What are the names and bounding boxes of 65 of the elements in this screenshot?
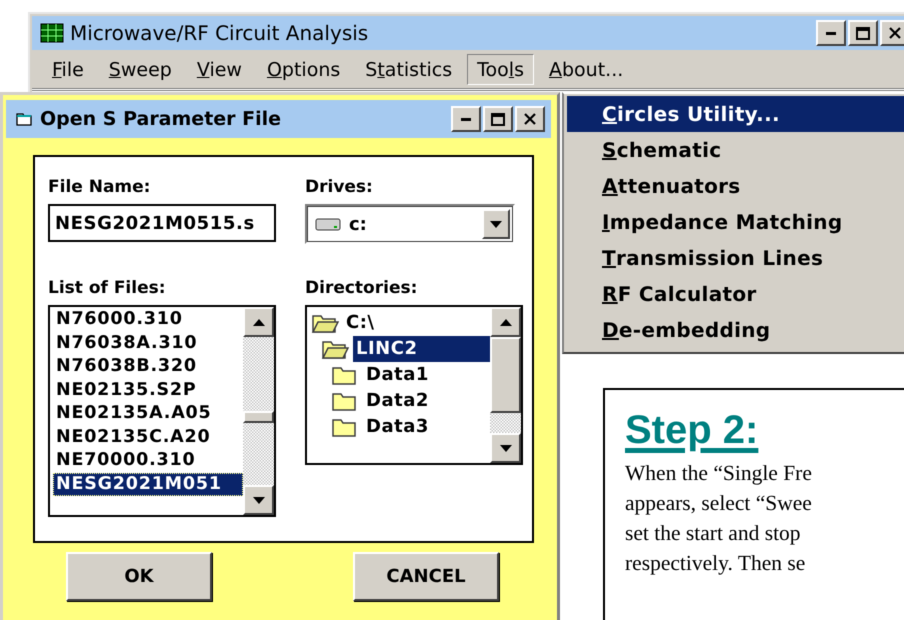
minimize-button[interactable] bbox=[451, 106, 481, 132]
list-entry[interactable]: NE02135.S2P bbox=[53, 378, 243, 402]
maximize-button[interactable] bbox=[483, 106, 513, 132]
window-title: Microwave/RF Circuit Analysis bbox=[70, 21, 370, 45]
ok-button[interactable]: OK bbox=[66, 552, 212, 601]
scroll-thumb[interactable] bbox=[243, 411, 274, 423]
note-title: Step 2: bbox=[625, 407, 758, 454]
field-label: Drives: bbox=[305, 177, 374, 197]
list-entry[interactable]: N76038B.320 bbox=[53, 355, 243, 378]
drive-icon bbox=[315, 217, 341, 231]
note-text: When the “Single Fre appears, select “Swee set the start and stop respectively. Then se bbox=[625, 460, 813, 577]
maximize-button[interactable] bbox=[848, 20, 878, 46]
close-button[interactable] bbox=[515, 106, 545, 132]
list-entry[interactable]: NESG2021M051 bbox=[53, 472, 243, 496]
menu-item[interactable]: Impedance Matching bbox=[567, 204, 904, 240]
folder-icon bbox=[16, 111, 34, 127]
list-entry[interactable]: NE02135A.A05 bbox=[53, 402, 243, 426]
maximize-icon bbox=[491, 112, 505, 126]
directory-item[interactable]: LINC2 bbox=[353, 336, 490, 362]
scroll-up-icon bbox=[500, 318, 512, 326]
list-entry[interactable]: N76038A.310 bbox=[53, 332, 243, 355]
minimize-icon bbox=[461, 118, 471, 120]
close-icon bbox=[889, 27, 901, 39]
close-button[interactable] bbox=[880, 20, 904, 46]
menu-item[interactable]: Statistics bbox=[355, 54, 462, 84]
directory-list[interactable]: C:\ LINC2 Data1 Data2 Data3 bbox=[305, 305, 523, 465]
field-label: Directories: bbox=[305, 278, 418, 298]
minimize-button[interactable] bbox=[816, 20, 846, 46]
scroll-up-icon bbox=[252, 318, 264, 326]
file-list[interactable]: N76000.310 N76038A.310 N76038B.320 NE02135.S2P NE02135A.A05 NE02135C.A20 NE70000.310 NESG2021M051 bbox=[48, 305, 276, 517]
directory-item[interactable]: C:\ bbox=[343, 310, 378, 336]
list-entry[interactable]: NE70000.310 bbox=[53, 449, 243, 472]
menu-item[interactable]: Tools bbox=[467, 54, 534, 84]
scroll-down-icon bbox=[252, 496, 264, 504]
menu-item[interactable]: Circles Utility... bbox=[567, 96, 904, 132]
menu-item[interactable]: De-embedding bbox=[567, 312, 904, 348]
scroll-thumb[interactable] bbox=[490, 337, 521, 413]
menu-item[interactable]: RF Calculator bbox=[567, 276, 904, 312]
menu-item[interactable]: Schematic bbox=[567, 132, 904, 168]
directory-item[interactable]: Data1 bbox=[363, 362, 432, 388]
close-icon bbox=[524, 113, 536, 125]
scroll-down-icon bbox=[500, 444, 512, 452]
menu-item[interactable]: View bbox=[186, 54, 252, 84]
maximize-icon bbox=[856, 26, 870, 40]
directory-item[interactable]: Data2 bbox=[363, 388, 432, 414]
menu-item[interactable]: Sweep bbox=[98, 54, 182, 84]
directory-item[interactable]: Data3 bbox=[363, 414, 432, 440]
dropdown-arrow-icon bbox=[490, 220, 502, 228]
list-entry[interactable]: NE02135C.A20 bbox=[53, 426, 243, 449]
drive-dropdown[interactable]: c: bbox=[305, 204, 515, 244]
field-label: List of Files: bbox=[48, 278, 167, 298]
cancel-button[interactable]: CANCEL bbox=[353, 552, 499, 601]
menu-item[interactable]: File bbox=[42, 54, 94, 84]
scrollbar[interactable] bbox=[490, 307, 521, 463]
menu-item[interactable]: Options bbox=[256, 54, 350, 84]
app-icon bbox=[40, 23, 64, 43]
list-entry[interactable]: N76000.310 bbox=[53, 308, 243, 332]
field-label: File Name: bbox=[48, 177, 152, 197]
file-name-field[interactable]: NESG2021M0515.s bbox=[48, 204, 276, 242]
dialog-title: Open S Parameter File bbox=[40, 108, 282, 130]
menu-item[interactable]: Attenuators bbox=[567, 168, 904, 204]
menu-item[interactable]: About... bbox=[538, 54, 634, 84]
menu-item[interactable]: Transmission Lines bbox=[567, 240, 904, 276]
minimize-icon bbox=[826, 32, 836, 34]
scrollbar[interactable] bbox=[243, 307, 274, 515]
